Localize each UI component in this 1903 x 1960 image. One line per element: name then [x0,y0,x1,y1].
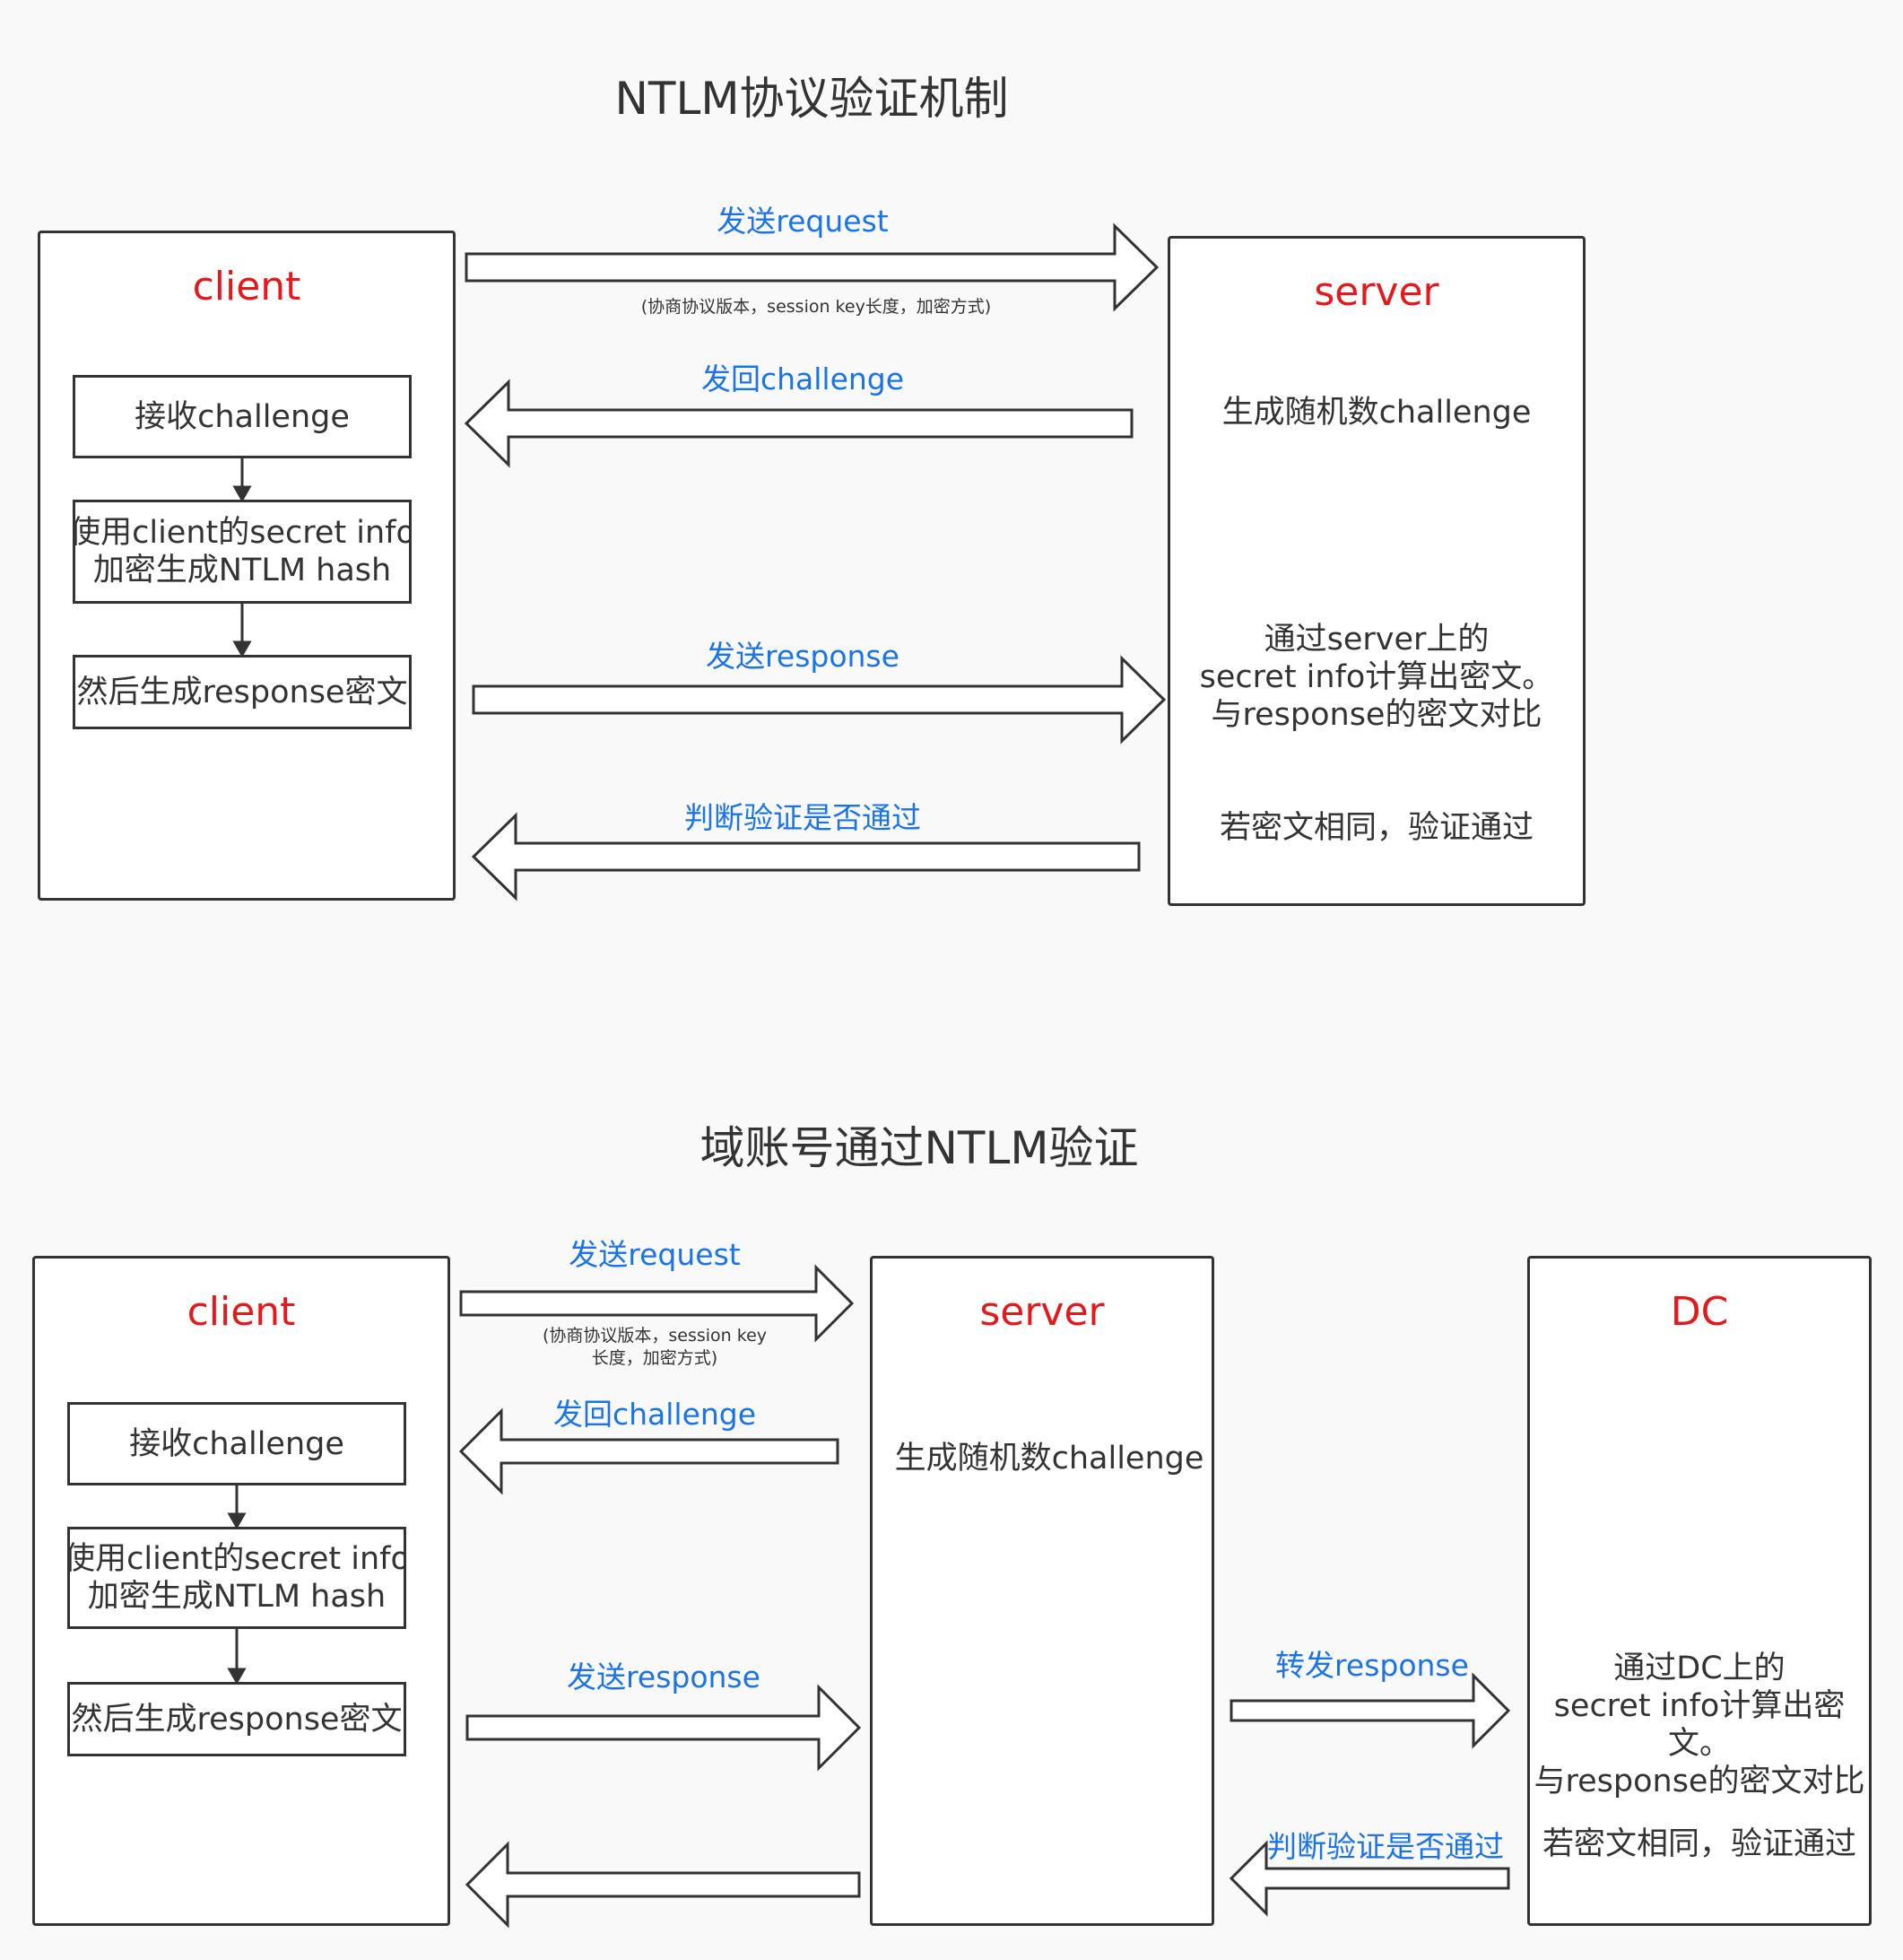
domain-return-challenge-arrow [458,1407,839,1495]
top-step-connector-2-head [232,640,252,658]
dc-verify-result-arrow [1229,1840,1510,1917]
domain-send-response-arrow [465,1684,862,1772]
return-challenge-arrow [464,379,1134,468]
domain-verify-to-client-arrow [465,1841,861,1929]
verify-result-arrow [471,812,1141,902]
top-step-connector-1-head [232,485,252,503]
diagram-arrows [227,222,1511,1929]
domain-send-request-arrow [459,1264,855,1343]
bottom-step-connector-1-head [227,1512,247,1530]
send-request-arrow [465,222,1160,312]
bottom-step-connector-2-head [227,1668,247,1686]
forward-response-arrow [1230,1672,1511,1749]
send-response-arrow [472,655,1167,745]
